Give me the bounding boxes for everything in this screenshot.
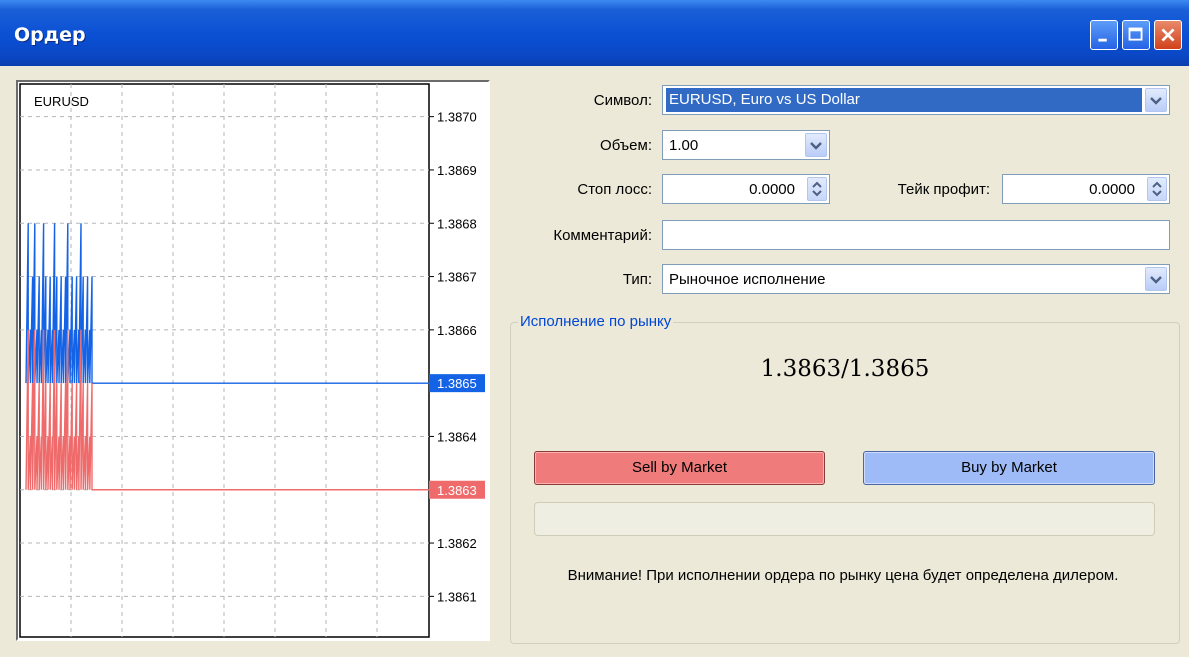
- buy-by-market-button[interactable]: Buy by Market: [863, 451, 1155, 485]
- y-tick-label: 1.3870: [437, 110, 477, 125]
- take-profit-label: Тейк профит:: [897, 181, 990, 198]
- take-profit-spinner[interactable]: [1147, 177, 1167, 201]
- execution-type-dropdown[interactable]: Рыночное исполнение: [662, 264, 1170, 294]
- close-icon: [1161, 28, 1175, 42]
- chevron-down-icon: [810, 142, 822, 150]
- spinner-arrows-icon: [812, 181, 822, 197]
- volume-label: Объем:: [600, 137, 652, 154]
- stop-loss-label: Стоп лосс:: [577, 181, 652, 198]
- comment-input[interactable]: [662, 220, 1170, 250]
- maximize-icon: [1128, 27, 1143, 41]
- y-tick-label: 1.3862: [437, 536, 477, 551]
- chevron-down-icon: [1150, 276, 1162, 284]
- minimize-button[interactable]: [1090, 20, 1118, 50]
- take-profit-value: 0.0000: [1089, 181, 1135, 198]
- y-tick-label: 1.3861: [437, 589, 477, 604]
- stop-loss-spinner[interactable]: [807, 177, 827, 201]
- y-tick-label: 1.3866: [437, 323, 477, 338]
- y-tick-label: 1.3867: [437, 270, 477, 285]
- comment-label: Комментарий:: [553, 227, 652, 244]
- symbol-label: Символ:: [593, 92, 652, 109]
- close-button[interactable]: [1154, 20, 1182, 50]
- volume-dropdown-button[interactable]: [805, 133, 827, 157]
- chevron-down-icon: [1150, 97, 1162, 105]
- maximize-button[interactable]: [1122, 20, 1150, 50]
- symbol-value: EURUSD, Euro vs US Dollar: [666, 88, 1142, 112]
- window-title: Ордер: [14, 24, 86, 46]
- spinner-arrows-icon: [1152, 181, 1162, 197]
- ask-price-tag: 1.3865: [437, 376, 477, 391]
- execution-type-value: Рыночное исполнение: [669, 271, 826, 288]
- stop-loss-input[interactable]: 0.0000: [662, 174, 830, 204]
- symbol-dropdown[interactable]: EURUSD, Euro vs US Dollar: [662, 85, 1170, 115]
- chart-symbol-label: EURUSD: [34, 94, 89, 109]
- y-tick-label: 1.3868: [437, 216, 477, 231]
- symbol-dropdown-button[interactable]: [1145, 88, 1167, 112]
- bid-price-tag: 1.3863: [437, 483, 477, 498]
- volume-dropdown[interactable]: 1.00: [662, 130, 830, 160]
- tick-chart: 1.3870 1.3869 1.3868 1.3867 1.3866 1.3864 1.38…: [16, 80, 490, 641]
- take-profit-input[interactable]: 0.0000: [1002, 174, 1170, 204]
- stop-loss-value: 0.0000: [749, 181, 795, 198]
- execution-type-dropdown-button[interactable]: [1145, 267, 1167, 291]
- dealer-warning: Внимание! При исполнении ордера по рынку…: [567, 567, 1119, 584]
- sell-by-market-button[interactable]: Sell by Market: [534, 451, 825, 485]
- minimize-icon: [1098, 38, 1107, 42]
- y-tick-label: 1.3864: [437, 429, 477, 444]
- status-bar: [534, 502, 1155, 536]
- price-quote: 1.3863/1.3865: [760, 356, 930, 382]
- volume-value: 1.00: [669, 137, 699, 154]
- type-label: Тип:: [622, 271, 652, 288]
- title-bar[interactable]: Ордер: [0, 0, 1189, 66]
- market-execution-legend: Исполнение по рынку: [518, 313, 674, 330]
- y-tick-label: 1.3869: [437, 163, 477, 178]
- tick-chart-canvas: 1.3870 1.3869 1.3868 1.3867 1.3866 1.3864 1.38…: [19, 83, 485, 638]
